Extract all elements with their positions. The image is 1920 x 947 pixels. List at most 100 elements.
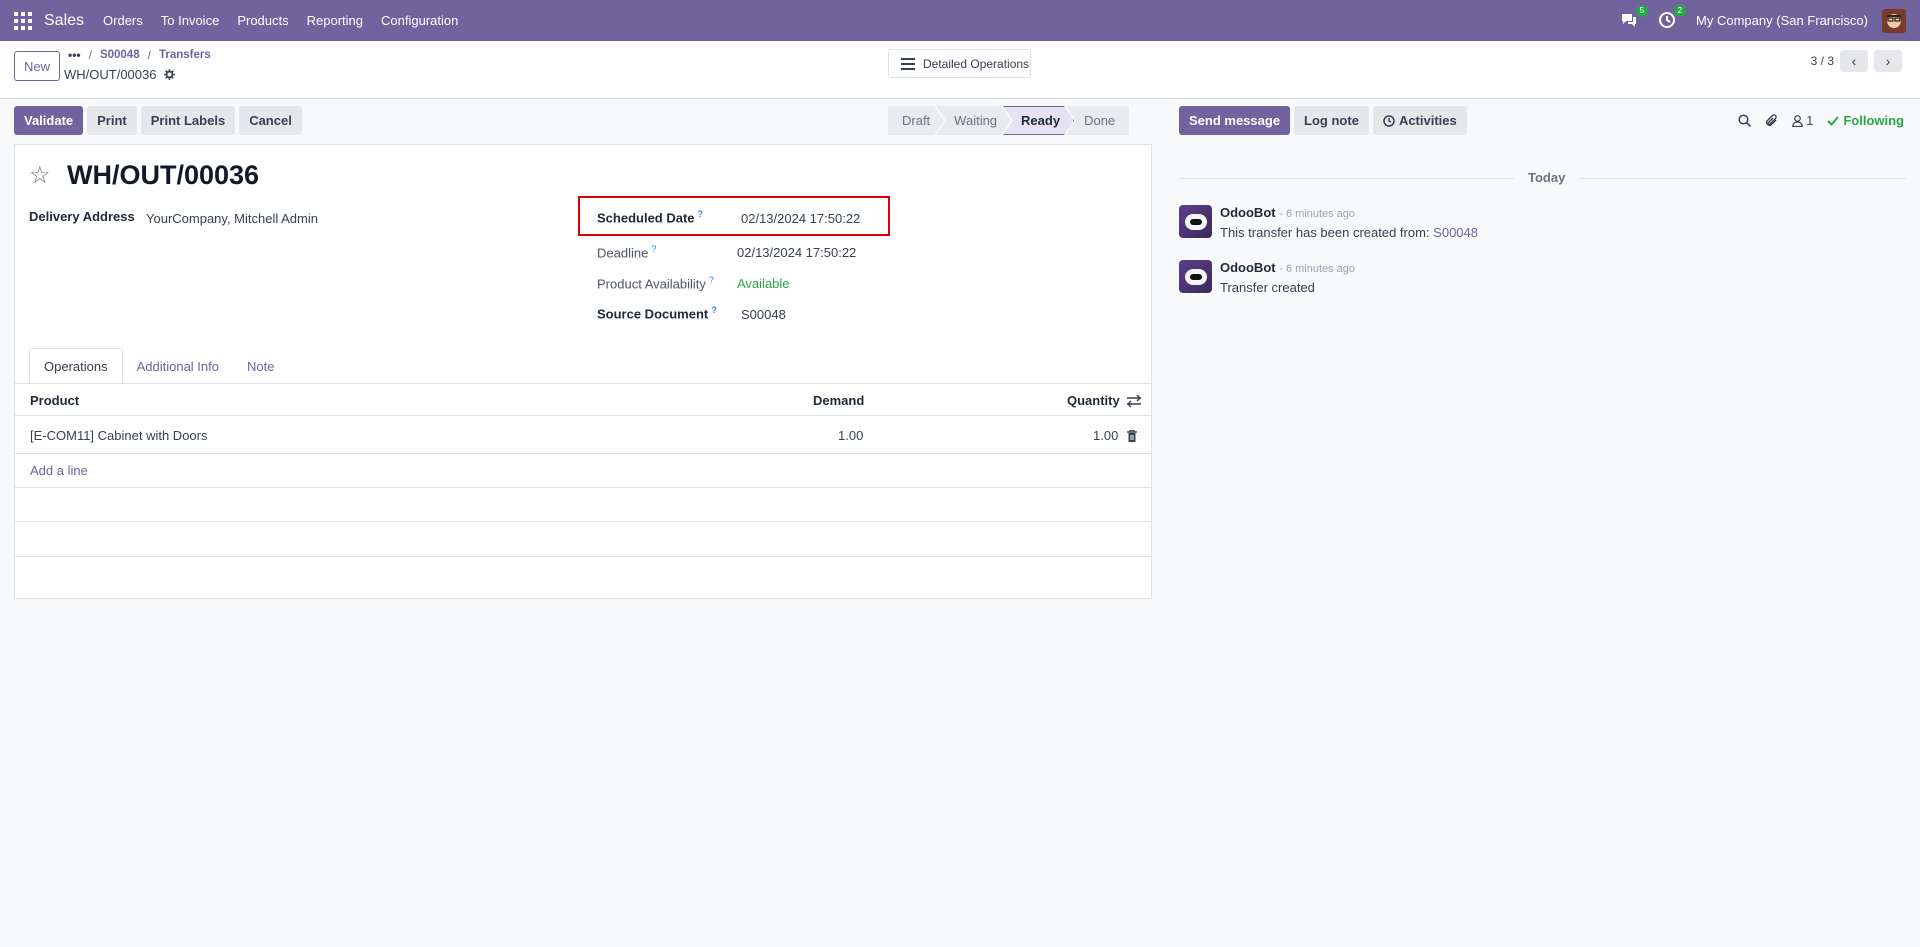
gear-icon[interactable] <box>164 69 176 80</box>
deadline-label: Deadline? <box>597 244 656 260</box>
search-icon[interactable] <box>1738 114 1752 127</box>
tab-additional-info[interactable]: Additional Info <box>123 348 233 384</box>
day-separator: Today <box>1514 170 1580 185</box>
stage-done[interactable]: Done <box>1066 106 1130 135</box>
source-document-label: Source Document? <box>597 305 717 321</box>
table-cell-quantity[interactable]: 1.00 <box>1093 428 1118 443</box>
validate-button[interactable]: Validate <box>14 106 84 135</box>
stage-pipeline: Draft Waiting Ready Done <box>888 106 1130 135</box>
activities-badge: 2 <box>1673 4 1687 17</box>
check-icon <box>1827 115 1840 126</box>
pager-previous-icon[interactable]: ‹ <box>1840 50 1868 72</box>
scheduled-date-field[interactable]: 02/13/2024 17:50:22 <box>741 211 860 226</box>
optional-columns-icon[interactable] <box>1127 395 1141 407</box>
messages-icon[interactable]: 5 <box>1620 4 1649 31</box>
chatter-actions: Send message Log note Activities <box>1179 106 1467 135</box>
paperclip-icon[interactable] <box>1765 113 1778 128</box>
pager: 3 / 3 ‹ › <box>1811 50 1902 72</box>
menu-orders[interactable]: Orders <box>103 13 143 28</box>
activities-button[interactable]: Activities <box>1372 106 1467 135</box>
table-cell-demand[interactable]: 1.00 <box>838 428 863 443</box>
tab-divider <box>15 383 1151 384</box>
favorite-star-icon[interactable]: ☆ <box>29 161 51 190</box>
chatter-message: OdooBot - 6 minutes ago Transfer created <box>1179 260 1355 295</box>
source-document-label-text: Source Document <box>597 306 709 322</box>
source-document-field[interactable]: S00048 <box>741 307 786 322</box>
print-labels-button[interactable]: Print Labels <box>140 106 236 135</box>
breadcrumb-more-icon[interactable]: ••• <box>68 48 81 62</box>
message-link-s00048[interactable]: S00048 <box>1433 225 1478 240</box>
stage-waiting[interactable]: Waiting <box>936 106 1011 135</box>
breadcrumb: ••• / S00048 / Transfers <box>68 48 211 62</box>
apps-menu-icon[interactable] <box>14 11 32 30</box>
record-name-text: WH/OUT/00036 <box>64 67 157 82</box>
scheduled-date-label-text: Scheduled Date <box>597 210 695 226</box>
breadcrumb-transfers[interactable]: Transfers <box>159 49 211 61</box>
app-name[interactable]: Sales <box>44 12 84 30</box>
column-header-quantity[interactable]: Quantity <box>1067 393 1120 408</box>
tab-operations[interactable]: Operations <box>29 348 123 384</box>
messages-badge: 5 <box>1635 4 1649 17</box>
log-note-button[interactable]: Log note <box>1294 106 1369 135</box>
following-label: Following <box>1843 113 1904 128</box>
pager-value[interactable]: 3 / 3 <box>1811 54 1834 68</box>
notebook-tabs: Operations Additional Info Note <box>29 348 288 384</box>
following-button[interactable]: Following <box>1827 113 1904 128</box>
stage-draft[interactable]: Draft <box>888 106 944 135</box>
new-button[interactable]: New <box>14 51 60 81</box>
menu-reporting[interactable]: Reporting <box>307 13 363 28</box>
menu-configuration[interactable]: Configuration <box>381 13 458 28</box>
product-availability-label-text: Product Availability <box>597 276 706 292</box>
deadline-label-text: Deadline <box>597 245 649 261</box>
column-header-product[interactable]: Product <box>30 393 79 408</box>
table-divider <box>15 487 1151 488</box>
breadcrumb-separator: / <box>147 48 151 62</box>
deadline-field[interactable]: 02/13/2024 17:50:22 <box>737 245 856 260</box>
status-bar-buttons: Validate Print Print Labels Cancel <box>14 106 302 135</box>
table-divider <box>15 556 1151 557</box>
trash-icon[interactable] <box>1127 430 1137 442</box>
help-icon[interactable]: ? <box>651 244 656 254</box>
cancel-button[interactable]: Cancel <box>239 106 302 135</box>
table-cell-product[interactable]: [E-COM11] Cabinet with Doors <box>30 428 208 443</box>
stage-ready[interactable]: Ready <box>1003 106 1074 135</box>
followers-button[interactable]: 1 <box>1792 113 1813 128</box>
odoobot-avatar[interactable] <box>1179 260 1212 293</box>
clock-icon <box>1383 114 1395 127</box>
column-header-demand[interactable]: Demand <box>813 393 864 408</box>
send-message-button[interactable]: Send message <box>1179 106 1291 135</box>
delivery-address-label: Delivery Address <box>29 209 135 224</box>
message-body: This transfer has been created from: S00… <box>1220 225 1478 240</box>
help-icon[interactable]: ? <box>698 209 704 219</box>
menu-products[interactable]: Products <box>237 13 288 28</box>
list-icon <box>901 57 915 70</box>
delivery-address-field[interactable]: YourCompany, Mitchell Admin <box>146 211 318 226</box>
detailed-operations-label: Detailed Operations <box>923 56 1030 71</box>
activities-label: Activities <box>1398 113 1457 128</box>
chatter-tools: 1 Following <box>1738 106 1904 135</box>
message-author[interactable]: OdooBot <box>1220 260 1276 275</box>
activities-clock-icon[interactable]: 2 <box>1658 4 1687 31</box>
user-avatar[interactable] <box>1882 8 1906 33</box>
print-button[interactable]: Print <box>87 106 137 135</box>
page-title: WH/OUT/00036 <box>67 160 260 190</box>
user-icon <box>1792 114 1803 127</box>
company-switcher[interactable]: My Company (San Francisco) <box>1696 13 1868 28</box>
followers-count: 1 <box>1806 113 1814 128</box>
breadcrumb-sale-order[interactable]: S00048 <box>100 49 140 61</box>
odoobot-avatar[interactable] <box>1179 205 1212 238</box>
help-icon[interactable]: ? <box>711 305 717 315</box>
menu-to-invoice[interactable]: To Invoice <box>161 13 220 28</box>
record-name: WH/OUT/00036 <box>64 67 176 82</box>
add-line-link[interactable]: Add a line <box>30 463 88 478</box>
message-text: This transfer has been created from: <box>1220 225 1430 240</box>
message-date: - 6 minutes ago <box>1279 263 1356 275</box>
breadcrumb-separator: / <box>88 48 92 62</box>
tab-note[interactable]: Note <box>233 348 288 384</box>
message-date: - 6 minutes ago <box>1279 208 1356 220</box>
message-author[interactable]: OdooBot <box>1220 205 1276 220</box>
table-divider <box>15 453 1151 454</box>
pager-next-icon[interactable]: › <box>1874 50 1902 72</box>
help-icon[interactable]: ? <box>709 275 714 285</box>
detailed-operations-button[interactable]: Detailed Operations <box>888 49 1031 78</box>
